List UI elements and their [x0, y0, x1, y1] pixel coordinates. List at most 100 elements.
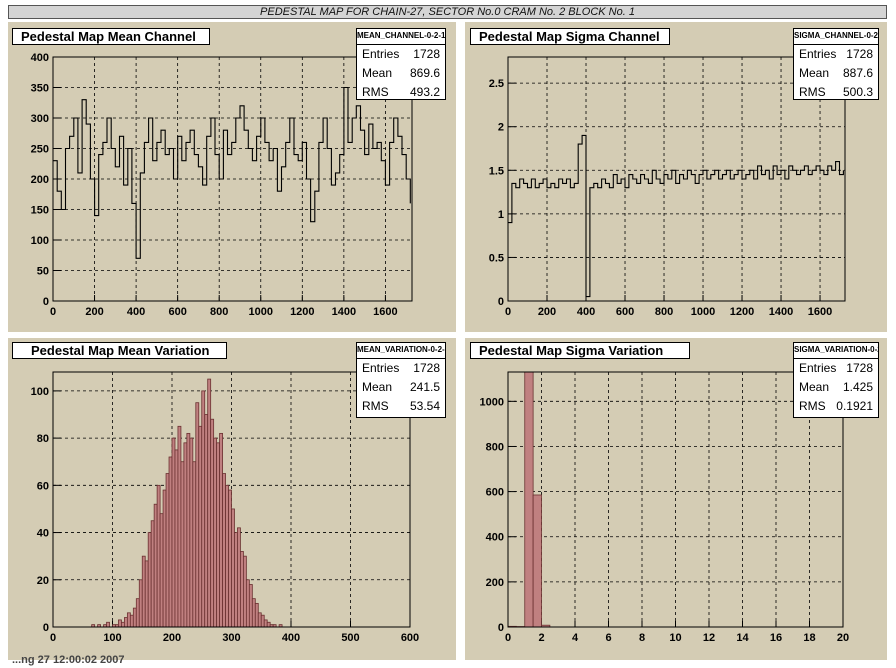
- series-line: [53, 86, 411, 259]
- histogram-bar: [210, 418, 215, 628]
- histogram-bar: [174, 449, 179, 628]
- stats-histogram-name: SIGMA_VARIATION-0-2-1: [794, 343, 878, 359]
- histogram-bar: [263, 619, 268, 628]
- x-tick-label: 16: [770, 632, 782, 644]
- histogram-bar: [138, 579, 143, 628]
- y-tick-label: 0: [43, 622, 49, 634]
- y-tick-label: 2.5: [489, 78, 504, 90]
- x-tick-label: 20: [837, 632, 849, 644]
- y-tick-label: 0: [43, 296, 49, 308]
- histogram-bar: [147, 532, 152, 628]
- stats-rms-value: 500.3: [842, 85, 873, 99]
- x-tick-label: 400: [577, 306, 595, 318]
- histogram-bar: [195, 402, 200, 628]
- x-tick-label: 1600: [373, 306, 397, 318]
- x-tick-label: 6: [605, 632, 611, 644]
- x-tick-label: 800: [655, 306, 673, 318]
- histogram-bar: [266, 621, 271, 628]
- y-tick-label: 400: [486, 532, 504, 544]
- stats-histogram-name: MEAN_CHANNEL-0-2-1: [357, 29, 445, 45]
- histogram-bar: [532, 494, 542, 628]
- x-tick-label: 600: [616, 306, 634, 318]
- y-tick-label: 250: [31, 144, 49, 156]
- x-tick-label: 1000: [691, 306, 715, 318]
- histogram-bar: [231, 508, 235, 628]
- stats-entries-label: Entries: [362, 361, 400, 375]
- y-tick-label: 60: [37, 480, 49, 492]
- y-tick-label: 800: [486, 441, 504, 453]
- x-tick-label: 1000: [249, 306, 273, 318]
- pad-title: Pedestal Map Sigma Variation: [470, 342, 690, 359]
- histogram-bar: [240, 551, 244, 628]
- y-tick-label: 40: [37, 528, 49, 540]
- stats-entries-label: Entries: [799, 361, 837, 375]
- histogram-bar: [165, 473, 170, 628]
- histogram-bar: [156, 484, 161, 628]
- stats-box: SIGMA_CHANNEL-0-2-1 Entries 1728 Mean 887.…: [793, 28, 879, 100]
- histogram-bar: [219, 432, 223, 628]
- canvas-banner: PEDESTAL MAP FOR CHAIN-27, SECTOR No.0 C…: [8, 5, 887, 19]
- histogram-bar: [213, 437, 218, 628]
- x-tick-label: 600: [401, 632, 419, 644]
- histogram-bar: [222, 473, 226, 628]
- y-tick-label: 1.5: [489, 165, 504, 177]
- canvas-footer-timestamp: ...ng 27 12:00:02 2007: [12, 654, 125, 666]
- histogram-bar: [524, 371, 534, 628]
- histogram-bar: [129, 614, 134, 628]
- y-tick-label: 200: [31, 174, 49, 186]
- stats-mean-value: 887.6: [842, 66, 873, 80]
- x-tick-label: 2: [538, 632, 544, 644]
- histogram-bar: [204, 414, 209, 628]
- histogram-bar: [242, 555, 247, 628]
- histogram-bar: [237, 527, 241, 628]
- histogram-bar: [183, 442, 188, 628]
- stats-rms-label: RMS: [799, 399, 826, 413]
- histogram-bar: [192, 461, 197, 628]
- y-tick-label: 400: [31, 52, 49, 64]
- histogram-bar: [121, 621, 125, 628]
- y-tick-label: 600: [486, 487, 504, 499]
- x-tick-label: 200: [163, 632, 181, 644]
- series-line: [508, 134, 844, 298]
- histogram-bar: [257, 612, 262, 628]
- y-tick-label: 100: [31, 235, 49, 247]
- stats-box: MEAN_CHANNEL-0-2-1 Entries 1728 Mean 869.6…: [356, 28, 446, 100]
- histogram-bar: [162, 489, 167, 628]
- histogram-bar: [150, 520, 155, 628]
- histogram-bar: [135, 598, 140, 628]
- y-tick-label: 200: [486, 577, 504, 589]
- histogram-bar: [153, 503, 158, 628]
- stats-histogram-name: SIGMA_CHANNEL-0-2-1: [794, 29, 878, 45]
- stats-rms-value: 53.54: [409, 399, 440, 413]
- histogram-bar: [171, 437, 176, 628]
- histogram-bar: [180, 461, 185, 628]
- stats-mean-label: Mean: [799, 380, 830, 394]
- stats-box: SIGMA_VARIATION-0-2-1 Entries 1728 Mean 1.…: [793, 342, 879, 418]
- histogram-bar: [254, 602, 259, 628]
- x-tick-label: 500: [341, 632, 359, 644]
- x-tick-label: 1400: [769, 306, 793, 318]
- histogram-bar: [126, 612, 131, 628]
- x-tick-label: 1200: [730, 306, 754, 318]
- histogram-bar: [216, 442, 220, 628]
- stats-mean-value: 869.6: [409, 66, 440, 80]
- histogram-bar: [186, 432, 191, 628]
- histogram-bar: [159, 513, 164, 628]
- histogram-bar: [260, 614, 265, 628]
- x-tick-label: 10: [669, 632, 681, 644]
- histogram-bar: [228, 489, 232, 628]
- stats-entries-label: Entries: [362, 47, 400, 61]
- stats-mean-label: Mean: [362, 380, 393, 394]
- histogram-bar: [207, 378, 212, 628]
- stats-rms-label: RMS: [362, 399, 389, 413]
- y-tick-label: 300: [31, 113, 49, 125]
- x-tick-label: 800: [210, 306, 228, 318]
- histogram-bar: [118, 619, 122, 628]
- x-tick-label: 1400: [332, 306, 356, 318]
- histogram-bar: [225, 484, 229, 628]
- stats-entries-value: 1728: [846, 361, 873, 375]
- x-tick-label: 1200: [290, 306, 314, 318]
- stats-mean-value: 1.425: [842, 380, 873, 394]
- y-tick-label: 0.5: [489, 252, 504, 264]
- x-tick-label: 100: [103, 632, 121, 644]
